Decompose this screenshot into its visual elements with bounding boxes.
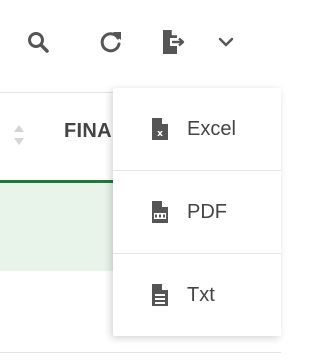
export-dropdown-screen: FINA x Excel PDF Txt xyxy=(0,0,281,361)
export-menu: x Excel PDF Txt xyxy=(113,88,281,336)
text-file-icon xyxy=(151,283,169,307)
excel-file-icon: x xyxy=(151,117,169,141)
export-icon[interactable] xyxy=(160,28,186,56)
toolbar xyxy=(0,0,281,92)
refresh-icon[interactable] xyxy=(96,28,126,56)
column-header[interactable]: FINA xyxy=(64,120,112,143)
export-pdf-item[interactable]: PDF xyxy=(113,171,281,253)
chevron-down-icon[interactable] xyxy=(214,28,238,56)
search-icon[interactable] xyxy=(24,28,52,56)
export-txt-label: Txt xyxy=(187,283,215,306)
svg-text:x: x xyxy=(157,129,163,139)
pdf-file-icon xyxy=(151,200,169,224)
sort-icon[interactable] xyxy=(12,122,26,148)
export-excel-label: Excel xyxy=(187,117,236,140)
export-pdf-label: PDF xyxy=(187,200,227,223)
export-excel-item[interactable]: x Excel xyxy=(113,88,281,170)
row-divider xyxy=(0,352,281,353)
highlighted-row[interactable] xyxy=(0,183,120,271)
export-txt-item[interactable]: Txt xyxy=(113,254,281,336)
